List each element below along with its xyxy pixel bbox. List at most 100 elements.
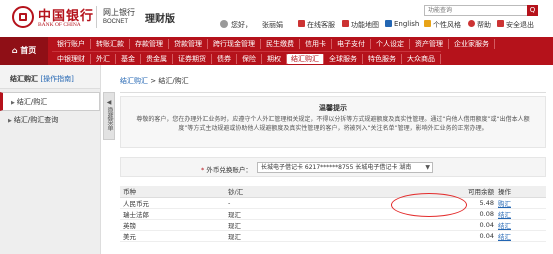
netbank-title-en: BOCNET <box>103 19 129 25</box>
nav-transfer[interactable]: 转账汇款 <box>91 39 130 49</box>
nav-options[interactable]: 期权 <box>262 53 287 64</box>
action-cell: 结汇 <box>498 208 546 220</box>
nav-bottom-row: 中银理财 外汇 基金 贵金属 证券期货 债券 保险 期权 结汇购汇 全球服务 特… <box>52 51 441 65</box>
breadcrumb: 结汇购汇 > 结汇/购汇 <box>120 76 189 86</box>
nav-entrepreneur[interactable]: 企业家服务 <box>449 39 495 49</box>
chevron-left-icon: ◀ <box>106 99 112 106</box>
nav-insurance[interactable]: 保险 <box>237 53 262 64</box>
triangle-right-icon: ▶ <box>11 100 15 106</box>
cash-remit-cell: 现汇 <box>228 208 406 220</box>
header: 中国银行 BANK OF CHINA 网上银行 BOCNET 理财版 您好， 张… <box>0 0 553 37</box>
nav-asset-management[interactable]: 资产管理 <box>410 39 449 49</box>
palette-icon <box>424 20 431 27</box>
nav-deposit[interactable]: 存款管理 <box>130 39 169 49</box>
triangle-right-icon: ▶ <box>8 118 12 124</box>
nav-loan[interactable]: 贷款管理 <box>169 39 208 49</box>
nav-global[interactable]: 全球服务 <box>324 53 363 64</box>
bank-logo[interactable] <box>12 6 34 28</box>
sidebar-item-fx-exchange[interactable]: ▶ 结汇/购汇 <box>0 92 100 111</box>
col-action: 操作 <box>498 186 546 198</box>
balance-table: 币种 钞/汇 可用余额 操作 人民币元 - 5.48 购汇 瑞士法郎 现汇 0.… <box>120 186 546 242</box>
nav-bond[interactable]: 债券 <box>212 53 237 64</box>
search-input[interactable] <box>424 5 528 16</box>
sidebar-title: 结汇购汇 <box>10 75 38 83</box>
nav-securities[interactable]: 证券期货 <box>173 53 212 64</box>
collapse-menu-button[interactable]: ◀ 隐藏菜单 <box>103 92 115 140</box>
username: 张丽娟 <box>262 21 283 29</box>
table-row: 英镑 现汇 0.04 结汇 <box>120 219 546 231</box>
table-row: 瑞士法郎 现汇 0.08 结汇 <box>120 208 546 220</box>
notice-box: 温馨提示 尊敬的客户，您在办理外汇业务时，应遵守个人外汇管理相关规定，不得以分拆… <box>120 96 546 148</box>
sidebar: 结汇购汇 [操作指南] ▶ 结汇/购汇 ▶ 结汇/购汇查询 <box>0 65 101 254</box>
table-header-row: 币种 钞/汇 可用余额 操作 <box>120 186 546 198</box>
nav-commodities[interactable]: 大众商品 <box>402 53 441 64</box>
help-icon <box>468 20 475 27</box>
sidebar-item-fx-query[interactable]: ▶ 结汇/购汇查询 <box>0 111 100 130</box>
style-link[interactable]: 个性风格 <box>433 20 461 30</box>
notice-body: 尊敬的客户，您在办理外汇业务时，应遵守个人外汇管理相关规定，不得以分拆等方式规避… <box>136 116 530 132</box>
sell-fx-link[interactable]: 结汇 <box>498 222 511 230</box>
table-row: 美元 现汇 0.04 结汇 <box>120 230 546 242</box>
chat-icon <box>298 20 305 27</box>
currency-cell: 瑞士法郎 <box>120 208 228 220</box>
required-mark: * <box>201 166 205 174</box>
action-cell: 购汇 <box>498 197 546 209</box>
nav-wealth[interactable]: 中银理财 <box>52 53 91 64</box>
currency-cell: 美元 <box>120 230 228 242</box>
account-selector-row: * 外币兑换账户： 长城电子借记卡 6217******8755 长城电子借记卡… <box>120 157 546 177</box>
account-select[interactable]: 长城电子借记卡 6217******8755 长城电子借记卡 湖南 ▼ <box>257 162 433 173</box>
annotation-circle <box>391 193 467 217</box>
nav-personal-settings[interactable]: 个人设定 <box>371 39 410 49</box>
chevron-down-icon: ▼ <box>425 164 430 171</box>
nav-e-payment[interactable]: 电子支付 <box>332 39 371 49</box>
account-select-value: 长城电子借记卡 6217******8755 长城电子借记卡 湖南 <box>261 164 412 171</box>
nav-precious-metal[interactable]: 贵金属 <box>141 53 173 64</box>
sell-fx-link[interactable]: 结汇 <box>498 211 511 219</box>
nav-fund[interactable]: 基金 <box>116 53 141 64</box>
home-button[interactable]: ⌂ 首页 <box>0 37 48 65</box>
greeting: 您好， <box>231 21 252 29</box>
breadcrumb-root[interactable]: 结汇购汇 <box>120 77 148 85</box>
online-service-link[interactable]: 在线客服 <box>307 20 335 30</box>
globe-icon <box>385 20 392 27</box>
sidebar-header: 结汇购汇 [操作指南] <box>0 65 100 89</box>
nav-credit-card[interactable]: 信用卡 <box>300 39 332 49</box>
cash-remit-cell: 现汇 <box>228 219 406 231</box>
breadcrumb-current: 结汇/购汇 <box>158 77 189 85</box>
breadcrumb-separator: > <box>148 77 159 85</box>
function-map-link[interactable]: 功能地图 <box>351 20 379 30</box>
main-nav: ⌂ 首页 银行账户 转账汇款 存款管理 贷款管理 跨行现金管理 民生缴费 信用卡… <box>0 37 553 65</box>
netbank-title-cn: 网上银行 <box>103 8 135 17</box>
buy-fx-link[interactable]: 购汇 <box>498 200 511 208</box>
nav-top-row: 银行账户 转账汇款 存款管理 贷款管理 跨行现金管理 民生缴费 信用卡 电子支付… <box>52 37 495 51</box>
nav-bank-account[interactable]: 银行账户 <box>52 39 91 49</box>
account-label-text: 外币兑换账户： <box>206 166 252 174</box>
balance-cell: 0.04 <box>406 230 498 242</box>
action-cell: 结汇 <box>498 230 546 242</box>
notice-title: 温馨提示 <box>319 104 347 112</box>
col-currency: 币种 <box>120 186 228 198</box>
nav-forex[interactable]: 外汇 <box>91 53 116 64</box>
english-link[interactable]: English <box>394 20 419 28</box>
nav-cash-management[interactable]: 跨行现金管理 <box>208 39 261 49</box>
currency-cell: 人民币元 <box>120 197 228 209</box>
balance-cell: 0.04 <box>406 219 498 231</box>
logout-link[interactable]: 安全退出 <box>506 20 534 30</box>
account-label: * 外币兑换账户： <box>201 164 252 174</box>
search-icon[interactable]: Q <box>527 5 538 16</box>
nav-fx-settlement[interactable]: 结汇购汇 <box>287 53 324 64</box>
collapse-menu-label: 隐藏菜单 <box>106 107 113 131</box>
help-link[interactable]: 帮助 <box>477 20 491 30</box>
operation-guide-link[interactable]: [操作指南] <box>40 75 73 83</box>
user-icon <box>220 20 228 28</box>
sell-fx-link[interactable]: 结汇 <box>498 233 511 241</box>
sidebar-item-label: 结汇/购汇查询 <box>13 116 59 124</box>
bank-name-en: BANK OF CHINA <box>38 22 81 28</box>
nav-bill-payment[interactable]: 民生缴费 <box>261 39 300 49</box>
col-cash-remit: 钞/汇 <box>228 186 406 198</box>
currency-cell: 英镑 <box>120 219 228 231</box>
edition-label: 理财版 <box>145 14 175 25</box>
nav-featured[interactable]: 特色服务 <box>363 53 402 64</box>
cash-remit-cell: - <box>228 197 406 209</box>
home-label: 首页 <box>20 46 37 55</box>
